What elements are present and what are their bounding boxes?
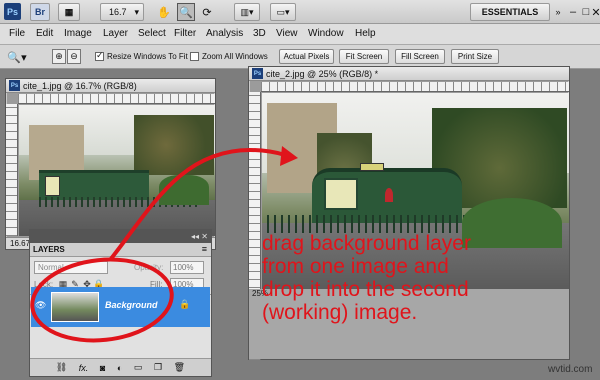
caption-line-1: drag background layer [262,232,471,255]
resize-windows-option[interactable]: Resize Windows To Fit [95,50,188,61]
caption-line-2: from one image and [262,255,449,278]
blend-mode-value: Normal [38,263,64,272]
menu-3d[interactable]: 3D [253,28,266,39]
minimize-icon[interactable]: – [568,5,578,19]
print-size-button[interactable]: Print Size [451,49,499,64]
vertical-ruler [6,104,18,236]
zoom-in-icon[interactable]: ⊕ [52,49,66,64]
menu-layer[interactable]: Layer [103,28,128,39]
view-extras-button[interactable]: ▦ [58,3,80,21]
fill-screen-button[interactable]: Fill Screen [395,49,445,64]
menu-window[interactable]: Window [308,28,344,39]
document-title: cite_1.jpg @ 16.7% (RGB/8) [23,80,137,91]
menu-select[interactable]: Select [138,28,166,39]
workspace-chevron-icon[interactable]: » [553,5,563,19]
menu-file[interactable]: File [9,28,25,39]
zoom-all-option[interactable]: Zoom All Windows [190,52,268,61]
maximize-icon[interactable]: □ [581,5,591,19]
close-icon[interactable]: ✕ [591,5,600,19]
bridge-button[interactable]: Br [30,3,50,21]
zoom-level-value: 16.7 [109,7,127,17]
link-icon[interactable]: ⛓ [56,362,67,373]
cite1-photo [19,105,215,236]
new-layer-icon[interactable]: ❐ [154,362,162,373]
layers-footer: ⛓ fx. ◙ ◐ ▭ ❐ 🗑 [30,358,211,376]
resize-windows-checkbox[interactable] [95,50,104,61]
adjustment-icon[interactable]: ◐ [117,363,122,373]
caption-line-3: drop it into the second [262,278,469,301]
menu-view[interactable]: View [276,28,298,39]
eye-icon[interactable]: 👁 [35,300,46,311]
instruction-caption: drag background layer from one image and… [262,232,570,324]
caption-line-4: (working) image. [262,301,418,324]
blend-mode-select[interactable]: Normal [34,261,108,274]
menu-image[interactable]: Image [64,28,92,39]
fx-icon[interactable]: fx. [79,363,89,373]
panel-collapse-bar[interactable]: ◂◂ ✕ [30,230,211,243]
document-title: cite_2.jpg @ 25% (RGB/8) * [266,68,379,79]
application-bar: Ps Br ▦ 16.7 ▾ ✋ 🔍 ⟳ ▥▾ ▭▾ ESSENTIALS » –… [0,0,600,24]
opacity-field[interactable]: 100% [170,261,204,274]
opacity-label: Opacity: [134,263,164,272]
document-title-bar[interactable]: Ps cite_2.jpg @ 25% (RGB/8) * [249,67,569,81]
zoom-tool-icon[interactable]: 🔍 [177,3,195,21]
zoom-level-field[interactable]: 16.7 ▾ [100,3,144,21]
folder-icon[interactable]: ▭ [134,362,143,373]
ps-document-icon: Ps [9,80,20,91]
zoom-all-label: Zoom All Windows [202,52,268,61]
watermark: wvtid.com [548,364,593,375]
horizontal-ruler [261,82,569,92]
rotate-icon[interactable]: ⟳ [199,4,215,20]
opacity-value: 100% [173,263,194,272]
magnifier-tool-preset-icon[interactable]: 🔍▾ [6,50,28,64]
layer-name[interactable]: Background [105,300,158,310]
menu-analysis[interactable]: Analysis [206,28,243,39]
screen-mode-button[interactable]: ▭▾ [270,3,296,21]
menu-filter[interactable]: Filter [174,28,196,39]
menu-bar: File Edit Image Layer Select Filter Anal… [0,24,600,45]
ps-document-icon: Ps [252,68,263,79]
actual-pixels-button[interactable]: Actual Pixels [279,49,334,64]
resize-windows-label: Resize Windows To Fit [107,52,188,61]
workspace-switcher[interactable]: ESSENTIALS [470,3,550,21]
lock-icon: 🔒 [179,299,191,309]
fit-screen-button[interactable]: Fit Screen [339,49,389,64]
collapse-icon[interactable]: ◂◂ ✕ [191,232,208,241]
document-title-bar[interactable]: Ps cite_1.jpg @ 16.7% (RGB/8) [6,79,215,93]
panel-tab-bar: LAYERS ≡ [30,243,211,257]
menu-help[interactable]: Help [355,28,376,39]
menu-edit[interactable]: Edit [36,28,53,39]
zoom-out-icon[interactable]: ⊖ [67,49,81,64]
horizontal-ruler [18,94,215,104]
zoom-percentage: 16.67 [10,239,31,248]
mask-icon[interactable]: ◙ [100,363,105,373]
layers-panel: ◂◂ ✕ LAYERS ≡ Normal Opacity: 100% Lock:… [29,229,212,377]
photoshop-logo: Ps [4,3,21,20]
layers-tab[interactable]: LAYERS [33,245,65,254]
layer-thumbnail [51,292,99,322]
layer-row-background[interactable]: 👁 Background 🔒 [31,287,210,327]
panel-menu-icon[interactable]: ≡ [202,244,207,254]
document-window-cite1[interactable]: Ps cite_1.jpg @ 16.7% (RGB/8) 16.67 [5,78,216,250]
zoom-all-checkbox[interactable] [190,52,199,61]
trash-icon[interactable]: 🗑 [174,362,185,373]
arrange-documents-button[interactable]: ▥▾ [234,3,260,21]
chevron-down-icon: ▾ [134,6,140,17]
hand-icon[interactable]: ✋ [156,4,172,20]
